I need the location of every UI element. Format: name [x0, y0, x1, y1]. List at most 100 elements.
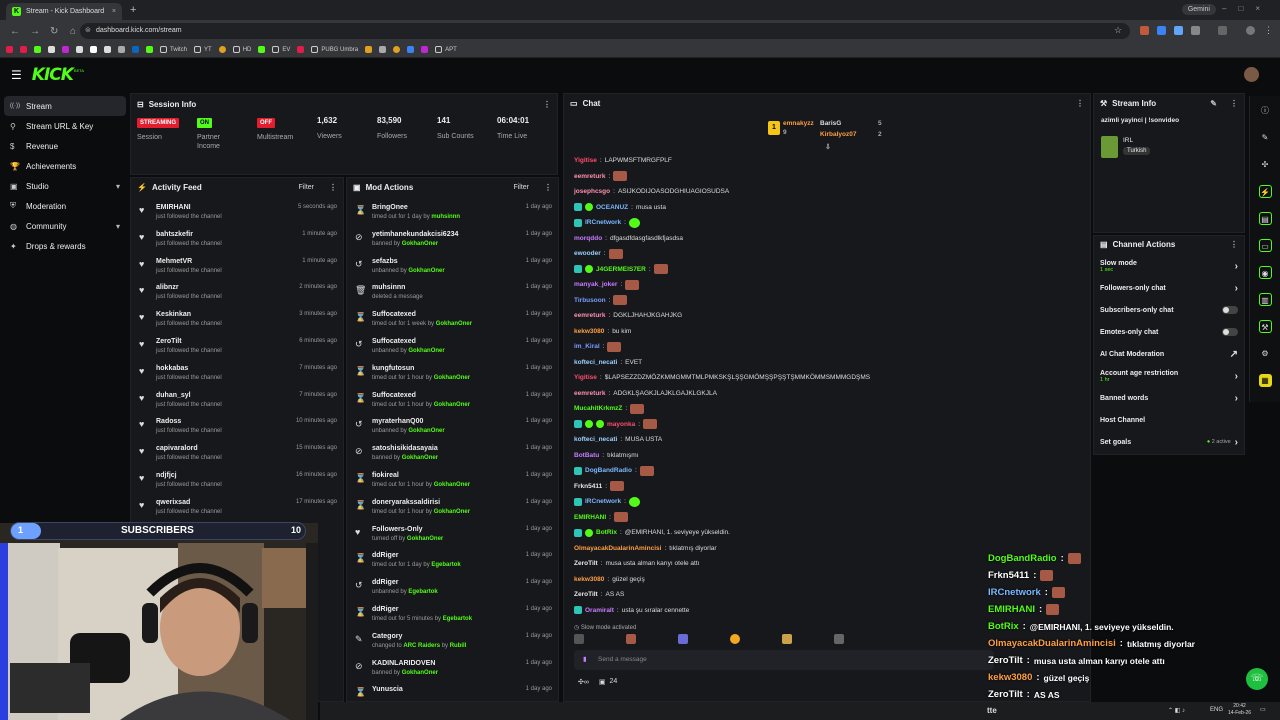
chat-username[interactable]: ZeroTilt — [574, 560, 598, 567]
mod-action-target[interactable]: sefazbs — [372, 258, 445, 265]
mod-action-item[interactable]: ↺ ddRiger unbanned by Egebartok 1 day ago — [347, 575, 558, 602]
mod-action-target[interactable]: fiokireal — [372, 472, 470, 479]
bookmark-app-icon[interactable] — [407, 46, 415, 53]
mod-action-target[interactable]: BringOnee — [372, 204, 460, 211]
status-badge[interactable]: STREAMING — [137, 118, 179, 128]
bookmark-star-icon[interactable]: ☆ — [1114, 25, 1122, 36]
mod-action-moderator[interactable]: Egebartok — [443, 616, 472, 622]
emote-icon[interactable] — [834, 634, 844, 644]
chat-message[interactable]: ewooder: — [564, 246, 1090, 262]
more-icon[interactable]: ⋮ — [1230, 240, 1238, 249]
bookmark-folder[interactable]: APT — [435, 46, 457, 53]
chat-username[interactable]: morqddo — [574, 235, 602, 242]
chat-username[interactable]: ZeroTilt — [574, 591, 598, 598]
chat-username[interactable]: Yigitise — [574, 157, 597, 164]
mod-action-moderator[interactable]: Egebartok — [408, 589, 437, 595]
chat-username[interactable]: josephcsgo — [574, 188, 610, 195]
bookmark-folder[interactable]: HD — [232, 46, 251, 53]
filter-button[interactable]: Filter — [513, 184, 529, 191]
mod-action-item[interactable]: ⌛ ddRiger timed out for 5 minutes by Egeba… — [347, 602, 558, 629]
chat-username[interactable]: eemreturk — [574, 312, 605, 319]
status-badge[interactable]: OFF — [257, 118, 275, 128]
leaderboard-third-name[interactable]: Kirbalyoz07 — [820, 131, 857, 138]
chat-settings-icon[interactable]: ✣∞ — [578, 678, 589, 686]
activity-item[interactable]: ♥ capivaralord just followed the channel 15… — [131, 441, 343, 468]
bookmark-app-icon[interactable] — [258, 46, 266, 53]
extension-icon[interactable] — [1174, 26, 1183, 35]
mod-action-item[interactable]: ⌛ BringOnee timed out for 1 day by muhsinn… — [347, 200, 558, 227]
chat-message[interactable]: Yigitise: $LAPSEZZDZMÖZKMMGMMTMLPMKSKŞLŞŞ… — [564, 370, 1090, 386]
gemini-button[interactable]: Gemini — [1181, 4, 1216, 15]
more-icon[interactable]: ⋮ — [543, 100, 551, 109]
leaderboard-first-name[interactable]: emnakyzz — [783, 120, 814, 127]
grid-icon[interactable]: ▦ — [1258, 374, 1272, 387]
mod-action-target[interactable]: Followers-Only — [372, 526, 443, 533]
chat-username[interactable]: IRCnetwork — [585, 219, 621, 226]
bookmark-app-icon[interactable] — [90, 46, 97, 53]
sidebar-item-community[interactable]: ◍ Community ▾ — [4, 216, 126, 236]
chevron-down-icon[interactable]: ▾ — [116, 222, 120, 231]
mod-action-target[interactable]: Suffocatexed — [372, 392, 470, 399]
chat-message[interactable]: BotRix: @EMIRHANI, 1. seviyeye yükseldin. — [564, 525, 1090, 541]
mod-action-moderator[interactable]: GokhanOner — [408, 428, 444, 434]
mod-action-item[interactable]: ♥ Followers-Only turned off by GokhanOner 1… — [347, 522, 558, 549]
broadcast-icon[interactable]: ◉ — [1258, 266, 1272, 279]
chat-username[interactable]: kofteci_necati — [574, 436, 617, 443]
bookmark-app-icon[interactable] — [132, 46, 139, 53]
channel-action-slow-mode[interactable]: Slow mode 1 sec › — [1094, 255, 1244, 277]
toggle-switch[interactable] — [1222, 328, 1238, 336]
mod-action-moderator[interactable]: Egebartok — [431, 562, 460, 568]
chat-message[interactable]: eemreturk: ADGKLŞAGKJLAJKLGAJKLGKJLA — [564, 386, 1090, 402]
mod-action-target[interactable]: kungfutosun — [372, 365, 470, 372]
bookmark-app-icon[interactable] — [118, 46, 125, 53]
mod-action-moderator[interactable]: GokhanOner — [434, 482, 470, 488]
chat-username[interactable]: kofteci_necati — [574, 359, 617, 366]
mod-action-moderator[interactable]: GokhanOner — [408, 348, 444, 354]
sidebar-item-moderation[interactable]: ⛨ Moderation — [4, 196, 126, 216]
category-thumbnail[interactable] — [1101, 136, 1118, 158]
mod-action-moderator[interactable]: GokhanOner — [408, 268, 444, 274]
mod-action-item[interactable]: ↺ myraterhanQ00 unbanned by GokhanOner 1 da… — [347, 414, 558, 441]
chevron-right-icon[interactable]: › — [1235, 393, 1238, 404]
chat-username[interactable]: Frkn5411 — [574, 483, 602, 490]
bookmark-app-icon[interactable] — [379, 46, 387, 53]
mod-action-item[interactable]: ⌛ Suffocatexed timed out for 1 hour by Gok… — [347, 388, 558, 415]
activity-item[interactable]: ♥ EMIRHANI just followed the channel 5 seco… — [131, 200, 343, 227]
mod-action-item[interactable]: ✎ Category changed to ARC Raiders by Rubil… — [347, 629, 558, 656]
site-info-icon[interactable]: ⊜ — [85, 23, 91, 39]
chat-username[interactable]: Oramiralt — [585, 607, 614, 614]
bookmark-app-icon[interactable] — [48, 46, 55, 53]
bookmark-app-icon[interactable] — [297, 46, 305, 53]
activity-username[interactable]: Keskinkan — [156, 311, 222, 318]
chat-message[interactable]: kekw3080: bu kim — [564, 324, 1090, 340]
channel-action-account-age-restriction[interactable]: Account age restriction 1 hr › — [1094, 365, 1244, 387]
mod-action-target[interactable]: yetimhanekundakcisi6234 — [372, 231, 458, 238]
activity-username[interactable]: ndjfjcj — [156, 472, 222, 479]
chevron-right-icon[interactable]: › — [1235, 437, 1238, 448]
chat-message[interactable]: Tirbusoon: — [564, 293, 1090, 309]
chat-username[interactable]: IRCnetwork — [585, 498, 621, 505]
chat-message[interactable]: Frkn5411: — [564, 479, 1090, 495]
extension-icon[interactable] — [1157, 26, 1166, 35]
chat-message[interactable]: BotBatu: tıklatmışmı — [564, 448, 1090, 464]
chat-username[interactable]: manyak_joker — [574, 281, 617, 288]
mod-action-item[interactable]: ⊘ satoshisikidasayaia banned by GokhanOner… — [347, 441, 558, 468]
crosshair-icon[interactable]: ✣ — [1259, 158, 1272, 171]
more-icon[interactable]: ⋮ — [1230, 99, 1238, 108]
sidebar-item-stream-url-key[interactable]: ⚲ Stream URL & Key — [4, 116, 126, 136]
emote-icon[interactable] — [782, 634, 792, 644]
mod-action-item[interactable]: ⌛ doneryarakssaldirisi timed out for 1 hou… — [347, 495, 558, 522]
doc-icon[interactable]: ▤ — [1258, 212, 1272, 225]
activity-item[interactable]: ♥ Keskinkan just followed the channel 3 min… — [131, 307, 343, 334]
leaderboard-second-name[interactable]: BarisG — [820, 120, 841, 127]
tray-icons[interactable]: ⌃ ◧ ♪ — [1168, 707, 1185, 714]
layout-icon[interactable]: ▥ — [1258, 293, 1272, 306]
mod-action-target[interactable]: satoshisikidasayaia — [372, 445, 438, 452]
reload-icon[interactable]: ↻ — [50, 26, 60, 37]
sidebar-item-studio[interactable]: ▣ Studio ▾ — [4, 176, 126, 196]
chat-username[interactable]: OCEANUZ — [596, 204, 628, 211]
chat-username[interactable]: BotBatu — [574, 452, 599, 459]
mod-action-target[interactable]: myraterhanQ00 — [372, 418, 445, 425]
forward-icon[interactable]: → — [30, 26, 40, 37]
bookmark-app-icon[interactable] — [421, 46, 429, 53]
